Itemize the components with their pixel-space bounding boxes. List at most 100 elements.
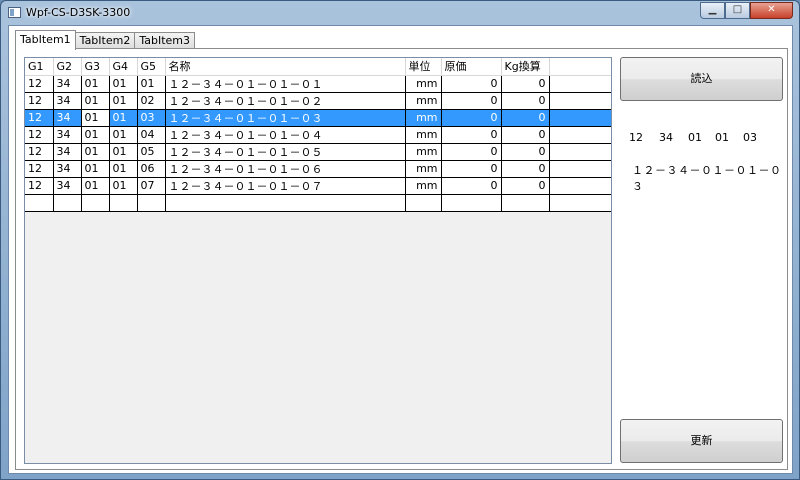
cell-name[interactable]: １２－３４－０１－０１－０１: [165, 75, 406, 93]
cell-g5[interactable]: 02: [137, 92, 166, 110]
cell-g1[interactable]: 12: [25, 177, 54, 195]
table-row[interactable]: 12 34 01 01 06 １２－３４－０１－０１－０６ mm 0 0: [25, 160, 611, 178]
table-row[interactable]: 12 34 01 01 05 １２－３４－０１－０１－０５ mm 0 0: [25, 143, 611, 161]
cell-g3[interactable]: 01: [81, 75, 110, 93]
cell-g1[interactable]: 12: [25, 160, 54, 178]
table-row[interactable]: 12 34 01 01 04 １２－３４－０１－０１－０４ mm 0 0: [25, 126, 611, 144]
cell-g3[interactable]: 01: [80, 108, 110, 127]
cell-kg[interactable]: 0: [501, 177, 550, 195]
new-row-cell[interactable]: [137, 194, 166, 212]
cell-cost[interactable]: 0: [441, 92, 502, 110]
cell-kg[interactable]: 0: [501, 92, 550, 110]
cell-kg[interactable]: 0: [501, 160, 550, 178]
data-grid[interactable]: G1 G2 G3 G4 G5 名称 単位 原価 Kg換算 12 34 01 01 01: [24, 57, 612, 464]
close-button[interactable]: ✕: [750, 2, 793, 19]
cell-g2[interactable]: 34: [53, 177, 82, 195]
read-button[interactable]: 読込: [620, 57, 783, 101]
cell-g4[interactable]: 01: [109, 143, 138, 161]
cell-kg[interactable]: 0: [501, 143, 550, 161]
cell-cost[interactable]: 0: [441, 143, 502, 161]
new-row-cell[interactable]: [25, 194, 54, 212]
cell-g5[interactable]: 01: [137, 75, 166, 93]
cell-cost[interactable]: 0: [441, 109, 502, 127]
cell-g2[interactable]: 34: [53, 126, 82, 144]
cell-g5[interactable]: 07: [137, 177, 166, 195]
cell-unit[interactable]: mm: [405, 126, 442, 144]
column-header-cost[interactable]: 原価: [441, 58, 502, 76]
cell-g2[interactable]: 34: [53, 143, 82, 161]
minimize-button[interactable]: ▁: [700, 2, 725, 19]
title-bar[interactable]: Wpf-CS-D3SK-3300 ▁ □ ✕: [1, 1, 799, 25]
cell-unit[interactable]: mm: [405, 177, 442, 195]
cell-cost[interactable]: 0: [441, 177, 502, 195]
cell-g1[interactable]: 12: [25, 109, 54, 127]
cell-unit[interactable]: mm: [405, 75, 442, 93]
column-header-kg[interactable]: Kg換算: [501, 58, 550, 76]
table-row[interactable]: 12 34 01 01 03 １２－３４－０１－０１－０３ mm 0 0: [25, 108, 611, 127]
cell-g1[interactable]: 12: [25, 126, 54, 144]
maximize-button[interactable]: □: [725, 2, 750, 19]
column-header-g5[interactable]: G5: [137, 58, 166, 76]
new-row-cell[interactable]: [81, 194, 110, 212]
cell-g4[interactable]: 01: [109, 92, 138, 110]
cell-g3[interactable]: 01: [81, 143, 110, 161]
cell-name[interactable]: １２－３４－０１－０１－０４: [165, 126, 406, 144]
cell-g1[interactable]: 12: [25, 75, 54, 93]
new-row-cell[interactable]: [405, 194, 442, 212]
cell-g5[interactable]: 04: [137, 126, 166, 144]
new-row-cell[interactable]: [501, 194, 550, 212]
cell-g4[interactable]: 01: [109, 177, 138, 195]
new-row-cell[interactable]: [441, 194, 502, 212]
cell-g5[interactable]: 03: [137, 109, 166, 127]
new-item-row[interactable]: [25, 194, 611, 212]
cell-g4[interactable]: 01: [109, 160, 138, 178]
cell-name[interactable]: １２－３４－０１－０１－０７: [165, 177, 406, 195]
app-window-icon[interactable]: [8, 7, 21, 18]
cell-g4[interactable]: 01: [109, 126, 138, 144]
cell-g2[interactable]: 34: [53, 75, 82, 93]
cell-g4[interactable]: 01: [109, 75, 138, 93]
column-header-unit[interactable]: 単位: [405, 58, 442, 76]
cell-name[interactable]: １２－３４－０１－０１－０５: [165, 143, 406, 161]
cell-kg[interactable]: 0: [501, 109, 550, 127]
cell-name[interactable]: １２－３４－０１－０１－０６: [165, 160, 406, 178]
column-header-name[interactable]: 名称: [165, 58, 406, 76]
table-row[interactable]: 12 34 01 01 07 １２－３４－０１－０１－０７ mm 0 0: [25, 177, 611, 195]
cell-kg[interactable]: 0: [501, 126, 550, 144]
table-row[interactable]: 12 34 01 01 01 １２－３４－０１－０１－０１ mm 0 0: [25, 75, 611, 93]
cell-kg[interactable]: 0: [501, 75, 550, 93]
cell-unit[interactable]: mm: [405, 92, 442, 110]
cell-cost[interactable]: 0: [441, 160, 502, 178]
cell-unit[interactable]: mm: [405, 143, 442, 161]
cell-g3[interactable]: 01: [81, 126, 110, 144]
new-row-cell[interactable]: [53, 194, 82, 212]
cell-cost[interactable]: 0: [441, 75, 502, 93]
cell-g2[interactable]: 34: [53, 92, 82, 110]
cell-name[interactable]: １２－３４－０１－０１－０３: [165, 109, 406, 127]
table-row[interactable]: 12 34 01 01 02 １２－３４－０１－０１－０２ mm 0 0: [25, 92, 611, 110]
column-header-g4[interactable]: G4: [109, 58, 138, 76]
cell-g2[interactable]: 34: [53, 109, 82, 127]
column-header-g3[interactable]: G3: [81, 58, 110, 76]
cell-cost[interactable]: 0: [441, 126, 502, 144]
column-header-g2[interactable]: G2: [53, 58, 82, 76]
cell-unit[interactable]: mm: [405, 109, 442, 127]
cell-g3[interactable]: 01: [81, 160, 110, 178]
cell-g5[interactable]: 05: [137, 143, 166, 161]
cell-g3[interactable]: 01: [81, 92, 110, 110]
client-area: TabItem1 TabItem2 TabItem3 G1 G2 G3 G4 G…: [8, 25, 793, 474]
update-button[interactable]: 更新: [620, 419, 783, 463]
column-header-g1[interactable]: G1: [25, 58, 54, 76]
cell-g5[interactable]: 06: [137, 160, 166, 178]
cell-filler: [549, 160, 611, 178]
new-row-cell[interactable]: [165, 194, 406, 212]
cell-g4[interactable]: 01: [109, 109, 138, 127]
cell-g1[interactable]: 12: [25, 92, 54, 110]
cell-unit[interactable]: mm: [405, 160, 442, 178]
cell-g3[interactable]: 01: [81, 177, 110, 195]
cell-g1[interactable]: 12: [25, 143, 54, 161]
cell-g2[interactable]: 34: [53, 160, 82, 178]
new-row-cell[interactable]: [109, 194, 138, 212]
cell-name[interactable]: １２－３４－０１－０１－０２: [165, 92, 406, 110]
tab-tabitem1[interactable]: TabItem1: [15, 30, 76, 50]
